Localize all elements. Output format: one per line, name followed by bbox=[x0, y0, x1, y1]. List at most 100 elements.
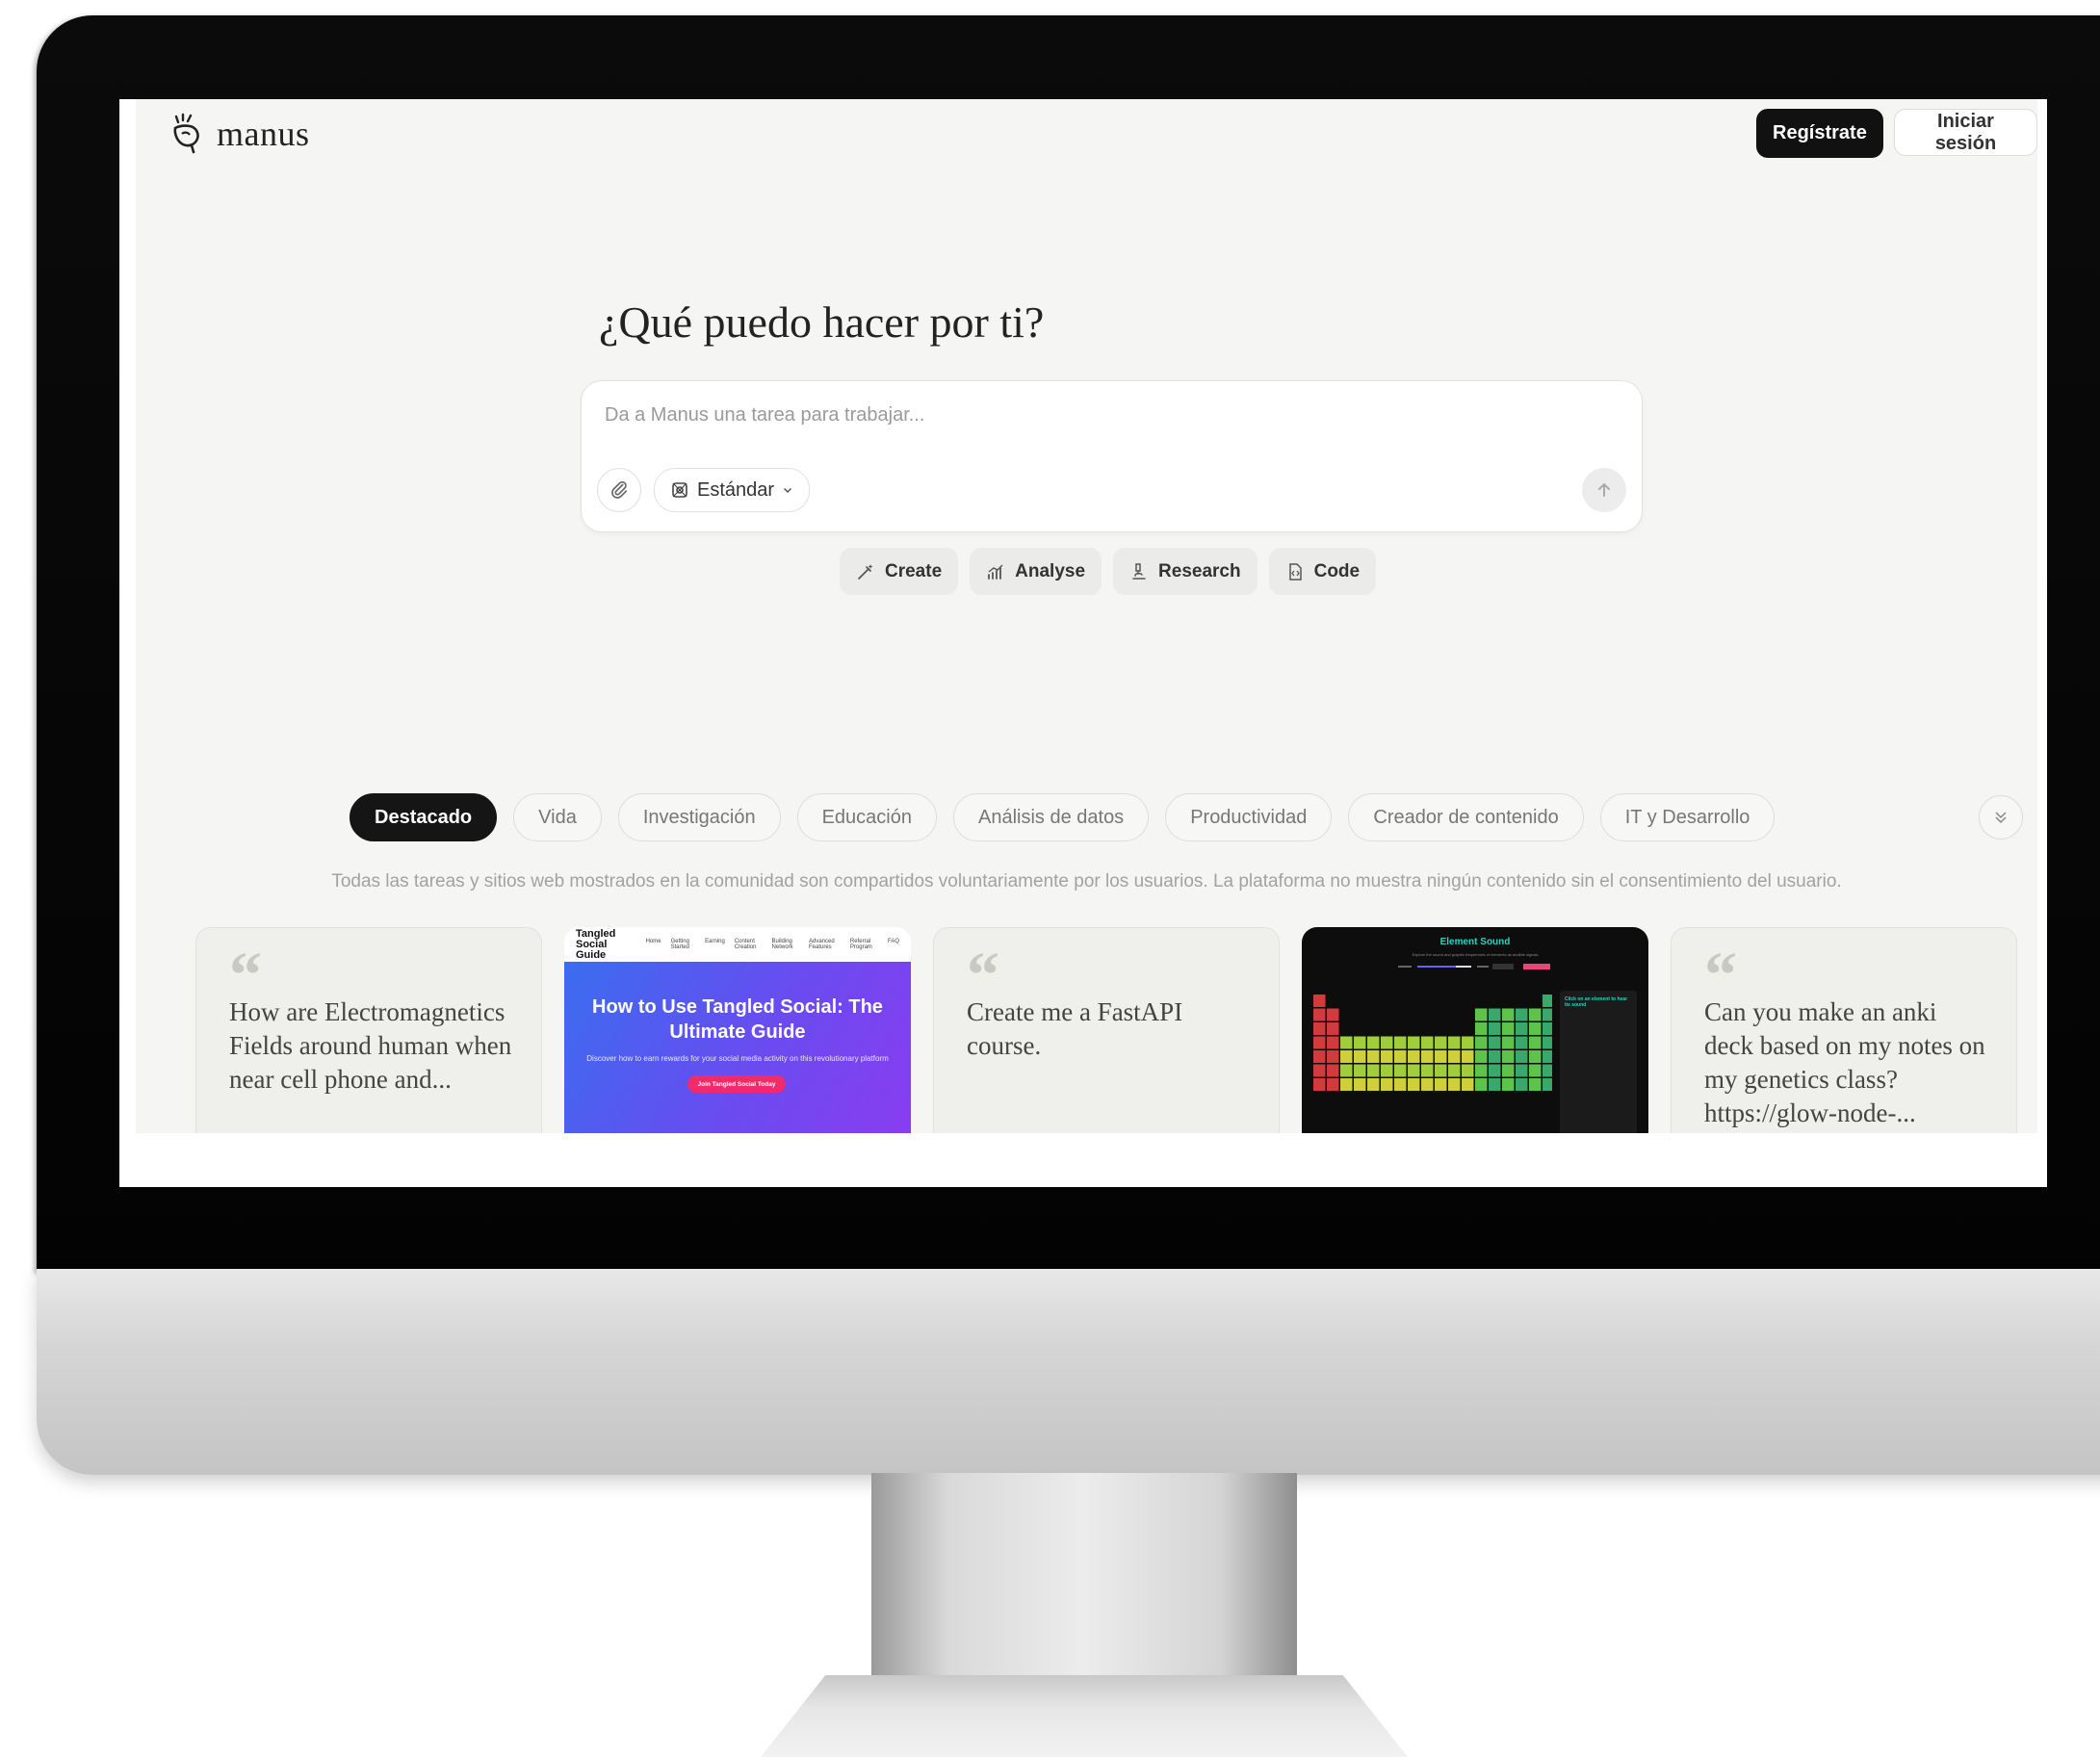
code-file-icon bbox=[1288, 562, 1302, 581]
periodic-cell bbox=[1502, 1022, 1515, 1035]
double-chevron-down-icon bbox=[1995, 812, 2007, 824]
periodic-cell bbox=[1475, 1050, 1488, 1063]
tab-it-y-desarrollo[interactable]: IT y Desarrollo bbox=[1599, 793, 1776, 841]
periodic-cell bbox=[1516, 1078, 1528, 1091]
mode-icon bbox=[672, 482, 687, 498]
preview-nav-links: Home Getting Started Earning Content Cre… bbox=[646, 939, 899, 950]
research-button[interactable]: Research bbox=[1113, 548, 1257, 595]
periodic-cell bbox=[1502, 1078, 1515, 1091]
code-label: Code bbox=[1313, 560, 1361, 581]
periodic-cell bbox=[1327, 1050, 1339, 1063]
periodic-cell bbox=[1502, 1036, 1515, 1049]
periodic-cell bbox=[1529, 1036, 1542, 1049]
preview-nav-link: Advanced Features bbox=[809, 939, 835, 950]
attach-button[interactable] bbox=[597, 468, 641, 512]
showcase-card[interactable]: “ Create me a FastAPI course. bbox=[933, 927, 1280, 1133]
periodic-cell bbox=[1435, 1050, 1447, 1063]
periodic-cell bbox=[1354, 1036, 1366, 1049]
periodic-cell bbox=[1381, 1036, 1393, 1049]
periodic-cell bbox=[1475, 1036, 1488, 1049]
register-button[interactable]: Regístrate bbox=[1756, 109, 1883, 158]
preview-cta: Join Tangled Social Today bbox=[687, 1075, 786, 1093]
periodic-cell bbox=[1543, 1036, 1552, 1049]
create-button[interactable]: Create bbox=[840, 548, 959, 595]
periodic-cell bbox=[1502, 1050, 1515, 1063]
manus-home-page: manus Regístrate Iniciar sesión ¿Qué pue… bbox=[136, 99, 2037, 1133]
expand-categories-button[interactable] bbox=[1979, 795, 2023, 840]
login-button[interactable]: Iniciar sesión bbox=[1894, 109, 2037, 156]
quick-actions: Create Analyse Research Code bbox=[840, 548, 1377, 595]
category-tabs: Destacado Vida Investigación Educación A… bbox=[350, 793, 1776, 841]
periodic-cell bbox=[1462, 1050, 1474, 1063]
tab-educacion[interactable]: Educación bbox=[796, 793, 937, 841]
tab-creador-de-contenido[interactable]: Creador de contenido bbox=[1348, 793, 1584, 841]
screen: manus Regístrate Iniciar sesión ¿Qué pue… bbox=[119, 99, 2047, 1187]
periodic-cell bbox=[1340, 1078, 1353, 1091]
periodic-cell bbox=[1529, 1050, 1542, 1063]
periodic-cell bbox=[1489, 1064, 1501, 1077]
showcase-card[interactable]: “ Can you make an anki deck based on my … bbox=[1671, 927, 2017, 1133]
brand-logo[interactable]: manus bbox=[170, 113, 310, 155]
tab-productividad[interactable]: Productividad bbox=[1165, 793, 1333, 841]
periodic-cell bbox=[1408, 1064, 1420, 1077]
showcase-card-tangled-social[interactable]: Tangled Social Guide Home Getting Starte… bbox=[564, 927, 911, 1133]
showcase-card-element-sound[interactable]: Element Sound Explore the sound and grap… bbox=[1302, 927, 1648, 1133]
periodic-cell bbox=[1516, 1064, 1528, 1077]
periodic-cell bbox=[1489, 1008, 1501, 1021]
periodic-cell bbox=[1327, 1022, 1339, 1035]
preview-nav-link: Getting Started bbox=[670, 939, 689, 950]
send-button[interactable] bbox=[1582, 468, 1626, 512]
community-disclaimer: Todas las tareas y sitios web mostrados … bbox=[331, 871, 1842, 891]
periodic-cell bbox=[1313, 1022, 1326, 1035]
chart-icon bbox=[988, 564, 1003, 580]
tab-vida[interactable]: Vida bbox=[513, 793, 602, 841]
periodic-cell bbox=[1408, 1050, 1420, 1063]
chevron-down-icon bbox=[784, 487, 792, 494]
periodic-cell bbox=[1475, 1078, 1488, 1091]
periodic-cell bbox=[1354, 1078, 1366, 1091]
task-input[interactable] bbox=[603, 397, 1569, 433]
periodic-cell bbox=[1340, 1050, 1353, 1063]
periodic-cell bbox=[1340, 1036, 1353, 1049]
manus-hand-icon bbox=[173, 113, 199, 154]
periodic-cell bbox=[1327, 1036, 1339, 1049]
research-label: Research bbox=[1158, 560, 1241, 581]
periodic-cell bbox=[1489, 1036, 1501, 1049]
showcase-card[interactable]: “ How are Electromagnetics Fields around… bbox=[195, 927, 542, 1133]
periodic-cell bbox=[1489, 1078, 1501, 1091]
periodic-cell bbox=[1381, 1078, 1393, 1091]
periodic-cell bbox=[1327, 1064, 1339, 1077]
periodic-cell bbox=[1543, 1022, 1552, 1035]
periodic-cell bbox=[1516, 1022, 1528, 1035]
mode-selector[interactable]: Estándar bbox=[654, 468, 811, 512]
periodic-cell bbox=[1394, 1036, 1407, 1049]
code-button[interactable]: Code bbox=[1268, 548, 1377, 595]
periodic-cell bbox=[1475, 1022, 1488, 1035]
periodic-cell bbox=[1543, 1008, 1552, 1021]
periodic-cell bbox=[1516, 1008, 1528, 1021]
periodic-cell bbox=[1489, 1050, 1501, 1063]
card-text: Create me a FastAPI course. bbox=[967, 997, 1183, 1060]
preview-brand: Tangled Social Guide bbox=[576, 927, 616, 961]
periodic-cell bbox=[1408, 1036, 1420, 1049]
arrow-up-icon bbox=[1598, 482, 1610, 497]
periodic-cell bbox=[1354, 1050, 1366, 1063]
periodic-cell bbox=[1367, 1064, 1380, 1077]
preview-nav-link: Content Creation bbox=[734, 939, 757, 950]
periodic-cell bbox=[1435, 1078, 1447, 1091]
periodic-cell bbox=[1394, 1064, 1407, 1077]
periodic-cell bbox=[1516, 1036, 1528, 1049]
periodic-cell bbox=[1435, 1064, 1447, 1077]
showcase-cards: “ How are Electromagnetics Fields around… bbox=[195, 927, 2017, 1133]
monitor-stand-base bbox=[761, 1675, 1408, 1757]
analyse-button[interactable]: Analyse bbox=[970, 548, 1102, 595]
tab-destacado[interactable]: Destacado bbox=[350, 793, 498, 841]
periodic-cell bbox=[1421, 1036, 1434, 1049]
tab-investigacion[interactable]: Investigación bbox=[617, 793, 781, 841]
periodic-cell bbox=[1367, 1050, 1380, 1063]
periodic-cell bbox=[1408, 1078, 1420, 1091]
periodic-cell bbox=[1421, 1050, 1434, 1063]
page-title: ¿Qué puedo hacer por ti? bbox=[599, 297, 1045, 347]
preview-nav-link: Earning bbox=[705, 939, 725, 944]
tab-analisis-de-datos[interactable]: Análisis de datos bbox=[952, 793, 1150, 841]
